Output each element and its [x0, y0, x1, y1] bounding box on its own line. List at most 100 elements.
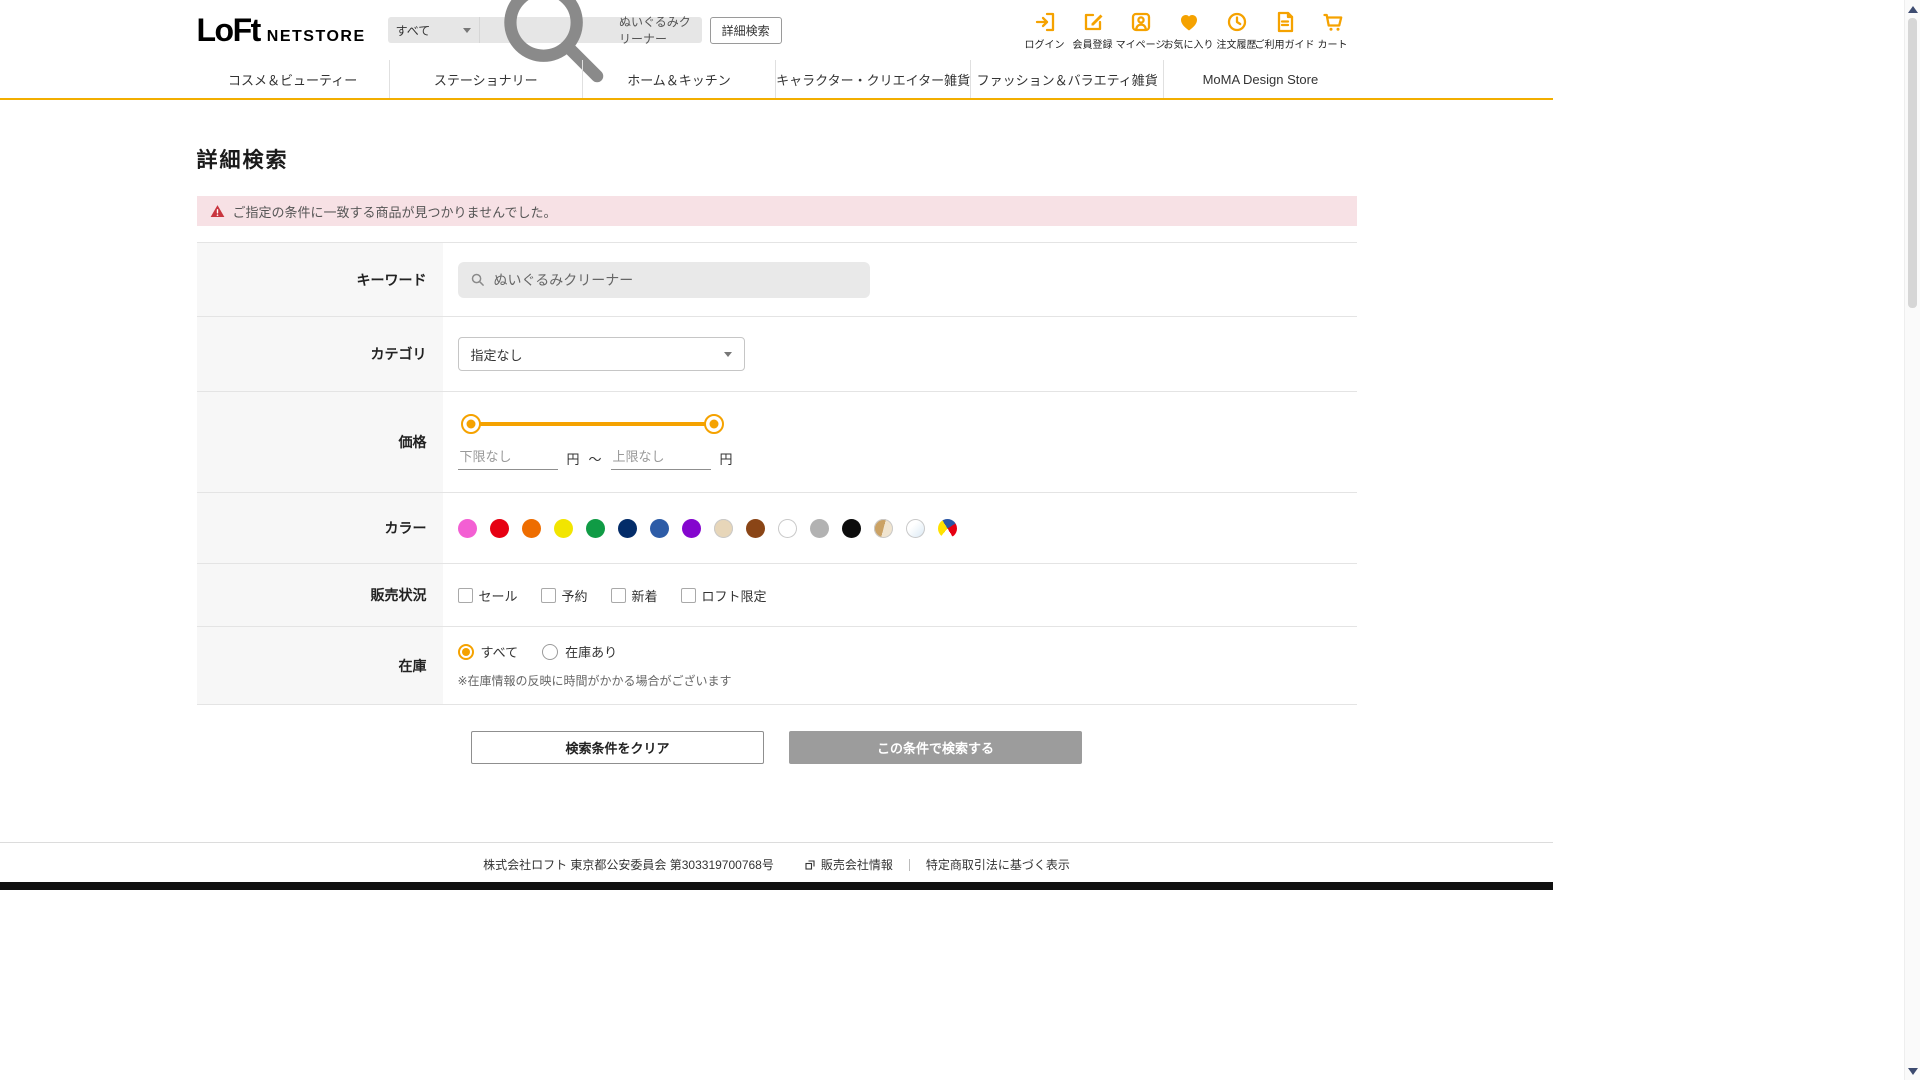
price-unit-label: 円	[566, 452, 580, 467]
radio-stock-available[interactable]: 在庫あり	[542, 642, 617, 661]
radio-stock-all[interactable]: すべて	[457, 642, 518, 661]
checkbox-label: セール	[478, 588, 518, 604]
page-viewport: LoFt NETSTORE すべて ぬいぐるみクリーナー 詳細検索 ログイン 会…	[0, 0, 1553, 890]
footer-company-text: 株式会社ロフト 東京都公安委員会 第303319700768号	[483, 858, 774, 872]
color-label: カラー	[196, 493, 443, 563]
checkbox-preorder[interactable]: 予約	[540, 586, 588, 605]
color-swatch-red[interactable]	[489, 518, 509, 538]
utility-label: 注文履歴	[1216, 39, 1257, 51]
footer-black-bar	[0, 882, 1553, 890]
order-history-icon	[1225, 10, 1249, 35]
utility-order-history[interactable]: 注文履歴	[1213, 10, 1261, 51]
nav-item-stationery[interactable]: ステーショナリー	[388, 60, 582, 98]
color-swatch-gold[interactable]	[873, 518, 893, 538]
footer-link-company-info[interactable]: 販売会社情報	[804, 856, 893, 873]
chevron-down-icon	[462, 27, 471, 33]
logo-loft-text: LoFt	[196, 11, 262, 48]
warning-icon	[210, 205, 224, 217]
form-row-category: カテゴリ 指定なし	[196, 317, 1357, 392]
form-row-color: カラー	[196, 493, 1357, 564]
color-swatch-blue[interactable]	[649, 518, 669, 538]
utility-guide[interactable]: ご利用ガイド	[1255, 10, 1315, 51]
loft-logo[interactable]: LoFt NETSTORE	[197, 12, 366, 49]
utility-register[interactable]: 会員登録	[1069, 10, 1117, 51]
keyword-input[interactable]: ぬいぐるみクリーナー	[457, 261, 870, 298]
utility-label: マイページ	[1115, 39, 1166, 51]
utility-label: カート	[1317, 39, 1348, 51]
color-swatch-gray[interactable]	[809, 518, 829, 538]
cart-icon	[1321, 10, 1345, 35]
checkbox-loft-exclusive[interactable]: ロフト限定	[680, 586, 767, 605]
price-max-input[interactable]	[610, 447, 711, 470]
color-swatch-multicolor[interactable]	[937, 518, 957, 538]
nav-item-moma[interactable]: MoMA Design Store	[1163, 60, 1356, 98]
color-swatch-white[interactable]	[777, 518, 797, 538]
checkbox-label: 予約	[561, 588, 588, 604]
utility-login[interactable]: ログイン	[1021, 10, 1069, 51]
alert-text: ご指定の条件に一致する商品が見つかりませんでした。	[232, 204, 557, 220]
nav-item-home-kitchen[interactable]: ホーム＆キッチン	[581, 60, 775, 98]
search-submit-button[interactable]: この条件で検索する	[789, 731, 1082, 764]
price-range-separator: ～	[588, 452, 602, 467]
header-category-select-value: すべて	[395, 23, 431, 38]
detail-search-button[interactable]: 詳細検索	[709, 16, 782, 44]
header-search-input[interactable]: ぬいぐるみクリーナー	[479, 0, 702, 83]
footer-link-tokushoho[interactable]: 特定商取引法に基づく表示	[926, 856, 1070, 873]
form-actions: 検索条件をクリア この条件で検索する	[197, 731, 1357, 764]
form-row-stock: 在庫 すべて 在庫あり ※在庫情報の反映に時間がかかる場合がございます	[196, 627, 1357, 705]
utility-label: ご利用ガイド	[1254, 39, 1315, 51]
color-swatches	[457, 518, 957, 538]
form-row-keyword: キーワード ぬいぐるみクリーナー	[196, 243, 1357, 317]
search-icon	[471, 273, 484, 286]
utility-favorites[interactable]: お気に入り	[1163, 10, 1214, 51]
color-swatch-orange[interactable]	[521, 518, 541, 538]
color-swatch-clear[interactable]	[905, 518, 925, 538]
price-unit-label: 円	[719, 452, 733, 467]
utility-cart[interactable]: カート	[1309, 10, 1357, 51]
category-select[interactable]: 指定なし	[457, 337, 745, 371]
scrollbar[interactable]	[1904, 0, 1920, 1080]
price-slider-max-handle[interactable]	[703, 414, 724, 434]
triangle-down-icon	[1907, 1067, 1918, 1075]
form-row-price: 価格 円 ～ 円	[196, 392, 1357, 493]
nav-item-fashion-variety[interactable]: ファッション＆バラエティ雑貨	[970, 60, 1163, 98]
keyword-label: キーワード	[196, 243, 443, 316]
nav-item-cosmetics[interactable]: コスメ＆ビューティー	[197, 60, 389, 98]
checkbox-sale[interactable]: セール	[457, 586, 518, 605]
scrollbar-down-arrow[interactable]	[1905, 1064, 1920, 1078]
price-slider-min-handle[interactable]	[460, 414, 481, 434]
price-range-slider[interactable]	[460, 414, 724, 434]
utility-mypage[interactable]: マイページ	[1115, 10, 1166, 51]
nav-item-character-goods[interactable]: キャラクター・クリエイター雑貨	[775, 60, 970, 98]
header: LoFt NETSTORE すべて ぬいぐるみクリーナー 詳細検索 ログイン 会…	[0, 0, 1553, 83]
price-label: 価格	[196, 392, 443, 492]
color-swatch-brown[interactable]	[745, 518, 765, 538]
price-min-input[interactable]	[457, 447, 558, 470]
guide-icon	[1273, 10, 1297, 35]
color-swatch-pink[interactable]	[457, 518, 477, 538]
page-title: 詳細検索	[196, 149, 289, 172]
color-swatch-purple[interactable]	[681, 518, 701, 538]
checkbox-new-arrival[interactable]: 新着	[610, 586, 658, 605]
utility-label: ログイン	[1024, 39, 1065, 51]
checkbox-icon	[610, 587, 626, 603]
color-swatch-navy[interactable]	[617, 518, 637, 538]
keyword-value: ぬいぐるみクリーナー	[493, 271, 634, 288]
scrollbar-thumb[interactable]	[1908, 18, 1917, 308]
color-swatch-green[interactable]	[585, 518, 605, 538]
header-category-select[interactable]: すべて	[387, 17, 480, 43]
triangle-up-icon	[1907, 5, 1918, 13]
radio-icon	[542, 643, 559, 660]
header-utility-nav: ログイン 会員登録 マイページ お気に入り 注文履歴 ご利用ガイド カート	[1021, 10, 1357, 51]
radio-label: 在庫あり	[565, 645, 618, 660]
color-swatch-beige[interactable]	[713, 518, 733, 538]
color-swatch-black[interactable]	[841, 518, 861, 538]
login-icon	[1033, 10, 1057, 35]
utility-label: お気に入り	[1163, 39, 1214, 51]
color-swatch-yellow[interactable]	[553, 518, 573, 538]
chevron-down-icon	[723, 351, 732, 357]
utility-label: 会員登録	[1072, 39, 1113, 51]
clear-search-button[interactable]: 検索条件をクリア	[471, 731, 764, 764]
scrollbar-up-arrow[interactable]	[1905, 2, 1920, 16]
footer: 株式会社ロフト 東京都公安委員会 第303319700768号 販売会社情報 特…	[0, 842, 1553, 890]
